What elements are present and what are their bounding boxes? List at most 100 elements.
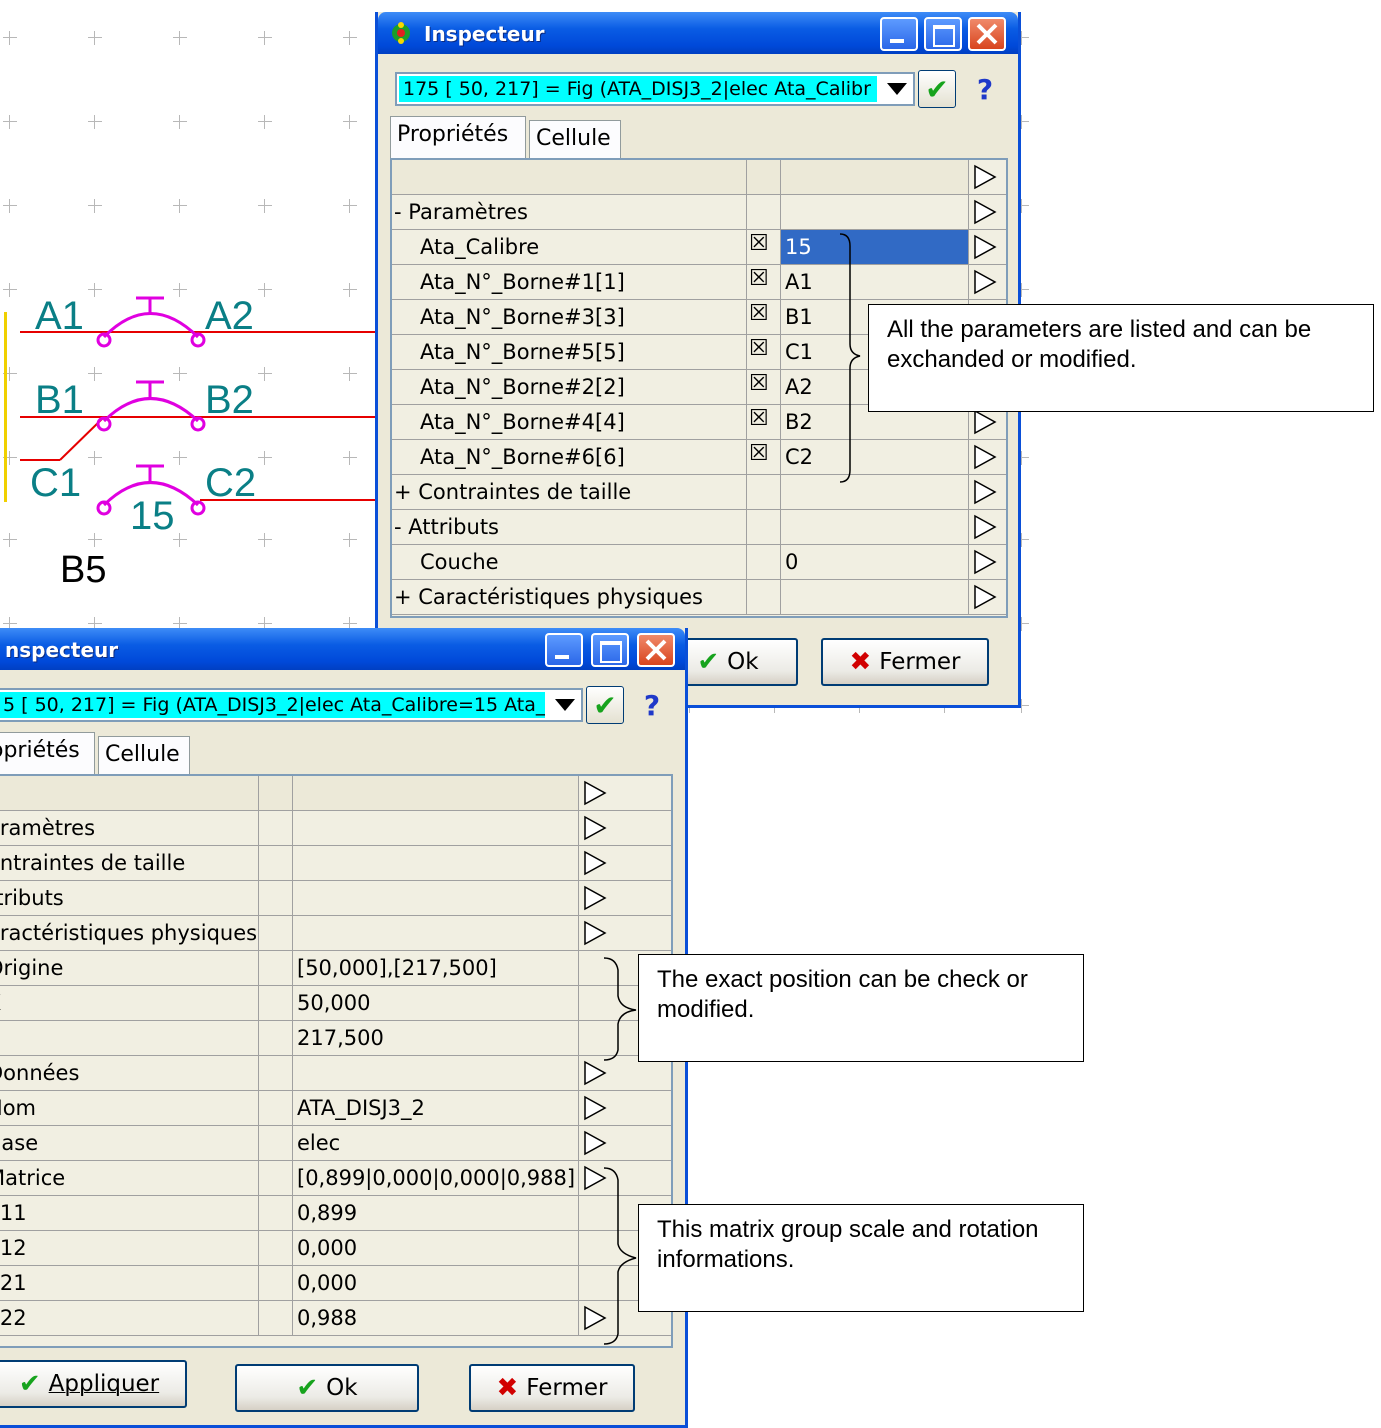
- enable-checkbox[interactable]: [259, 881, 293, 915]
- enable-checkbox[interactable]: ☒: [747, 405, 781, 439]
- enable-checkbox[interactable]: [259, 1126, 293, 1160]
- expand-arrow-icon[interactable]: [973, 584, 997, 610]
- property-value[interactable]: [0,899|0,000|0,000|0,988]: [293, 1161, 579, 1195]
- expand-arrow-icon[interactable]: [973, 444, 997, 470]
- enable-checkbox[interactable]: [259, 986, 293, 1020]
- property-value[interactable]: ATA_DISJ3_2: [293, 1091, 579, 1125]
- inspector-window-bottom[interactable]: nspecteur 5 [ 50, 217] = Fig (ATA_DISJ3_…: [0, 628, 688, 1428]
- minimize-button[interactable]: [880, 17, 918, 51]
- tab-cellule[interactable]: Cellule: [98, 736, 190, 774]
- enable-checkbox[interactable]: ☒: [747, 440, 781, 474]
- grid-row[interactable]: - Attributs: [392, 510, 1006, 545]
- grid-row[interactable]: a21 0,000: [0, 1266, 671, 1301]
- grid-row[interactable]: X 50,000: [0, 986, 671, 1021]
- grid-row[interactable]: Origine [50,000],[217,500]: [0, 951, 671, 986]
- enable-checkbox[interactable]: ☒: [747, 300, 781, 334]
- enable-checkbox[interactable]: [259, 1021, 293, 1055]
- property-value[interactable]: A1: [781, 265, 969, 299]
- enable-checkbox[interactable]: [747, 510, 781, 544]
- grid-row[interactable]: Ata_N°_Borne#1[1] ☒ A1: [392, 265, 1006, 300]
- property-value[interactable]: 0,000: [293, 1231, 579, 1265]
- enable-checkbox[interactable]: [259, 1091, 293, 1125]
- appliquer-button[interactable]: ✔ Appliquer: [0, 1360, 187, 1408]
- enable-checkbox[interactable]: [259, 1266, 293, 1300]
- grid-row[interactable]: Base elec: [0, 1126, 671, 1161]
- expand-arrow-icon[interactable]: [973, 479, 997, 505]
- expand-arrow-icon[interactable]: [973, 409, 997, 435]
- tab-cellule[interactable]: Cellule: [529, 120, 621, 158]
- enable-checkbox[interactable]: [259, 1056, 293, 1090]
- expand-arrow-icon[interactable]: [583, 1130, 607, 1156]
- enable-checkbox[interactable]: [259, 916, 293, 950]
- grid-row[interactable]: Ata_Calibre ☒ 15: [392, 230, 1006, 265]
- fermer-button[interactable]: ✖ Fermer: [821, 638, 989, 686]
- grid-row[interactable]: Y 217,500: [0, 1021, 671, 1056]
- enable-checkbox[interactable]: [259, 846, 293, 880]
- object-selector[interactable]: 5 [ 50, 217] = Fig (ATA_DISJ3_2|elec Ata…: [0, 688, 583, 722]
- enable-checkbox[interactable]: [747, 475, 781, 509]
- property-value[interactable]: [293, 1056, 579, 1090]
- expand-arrow-icon[interactable]: [973, 269, 997, 295]
- enable-checkbox[interactable]: [747, 195, 781, 229]
- grid-row[interactable]: Matrice [0,899|0,000|0,000|0,988]: [0, 1161, 671, 1196]
- property-value[interactable]: [293, 846, 579, 880]
- enable-checkbox[interactable]: ☒: [747, 335, 781, 369]
- grid-row[interactable]: a12 0,000: [0, 1231, 671, 1266]
- chevron-down-icon[interactable]: [887, 83, 907, 95]
- expand-arrow-icon[interactable]: [973, 234, 997, 260]
- help-button[interactable]: ?: [633, 686, 671, 724]
- expand-arrow-icon[interactable]: [973, 514, 997, 540]
- object-selector[interactable]: 175 [ 50, 217] = Fig (ATA_DISJ3_2|elec A…: [395, 72, 915, 106]
- grid-row[interactable]: ontraintes de taille: [0, 846, 671, 881]
- property-value[interactable]: 50,000: [293, 986, 579, 1020]
- expand-arrow-icon[interactable]: [583, 885, 607, 911]
- enable-checkbox[interactable]: [747, 545, 781, 579]
- expand-arrow-icon[interactable]: [583, 850, 607, 876]
- property-value[interactable]: elec: [293, 1126, 579, 1160]
- help-button[interactable]: ?: [966, 70, 1004, 108]
- apply-check-button[interactable]: ✔: [918, 70, 956, 108]
- property-value[interactable]: 0: [781, 545, 969, 579]
- enable-checkbox[interactable]: ☒: [747, 370, 781, 404]
- expand-arrow-icon[interactable]: [583, 920, 607, 946]
- grid-row[interactable]: Couche 0: [392, 545, 1006, 580]
- expand-arrow-icon[interactable]: [973, 164, 997, 190]
- property-value[interactable]: [293, 881, 579, 915]
- grid-row[interactable]: ttributs: [0, 881, 671, 916]
- grid-row[interactable]: - Paramètres: [392, 195, 1006, 230]
- ok-button[interactable]: ✔ Ok: [235, 1364, 419, 1412]
- property-value[interactable]: [781, 580, 969, 614]
- apply-check-button[interactable]: ✔: [586, 686, 624, 724]
- title-bar[interactable]: nspecteur: [0, 628, 685, 670]
- expand-arrow-icon[interactable]: [583, 815, 607, 841]
- grid-row[interactable]: Données: [0, 1056, 671, 1091]
- property-value[interactable]: C2: [781, 440, 969, 474]
- expand-arrow-icon[interactable]: [583, 780, 607, 806]
- enable-checkbox[interactable]: [259, 951, 293, 985]
- expand-arrow-icon[interactable]: [583, 1095, 607, 1121]
- enable-checkbox[interactable]: [259, 1161, 293, 1195]
- property-value[interactable]: [781, 195, 969, 229]
- tab-properties[interactable]: Propriétés: [390, 116, 526, 158]
- title-bar[interactable]: Inspecteur: [378, 12, 1018, 54]
- property-value[interactable]: [50,000],[217,500]: [293, 951, 579, 985]
- property-value[interactable]: [293, 811, 579, 845]
- enable-checkbox[interactable]: ☒: [747, 230, 781, 264]
- property-value[interactable]: 0,000: [293, 1266, 579, 1300]
- grid-row[interactable]: Nom ATA_DISJ3_2: [0, 1091, 671, 1126]
- close-button[interactable]: [968, 17, 1006, 51]
- property-value[interactable]: 0,988: [293, 1301, 579, 1335]
- maximize-button[interactable]: [591, 633, 629, 667]
- expand-arrow-icon[interactable]: [973, 199, 997, 225]
- grid-row[interactable]: aramètres: [0, 811, 671, 846]
- grid-row[interactable]: a11 0,899: [0, 1196, 671, 1231]
- enable-checkbox[interactable]: [259, 1196, 293, 1230]
- property-value[interactable]: [781, 510, 969, 544]
- property-grid[interactable]: aramètresontraintes de taillettributsara…: [0, 774, 673, 1348]
- property-value[interactable]: [293, 916, 579, 950]
- grid-row[interactable]: + Caractéristiques physiques: [392, 580, 1006, 615]
- grid-row[interactable]: a22 0,988: [0, 1301, 671, 1336]
- close-button[interactable]: [637, 633, 675, 667]
- maximize-button[interactable]: [924, 17, 962, 51]
- grid-row[interactable]: + Contraintes de taille: [392, 475, 1006, 510]
